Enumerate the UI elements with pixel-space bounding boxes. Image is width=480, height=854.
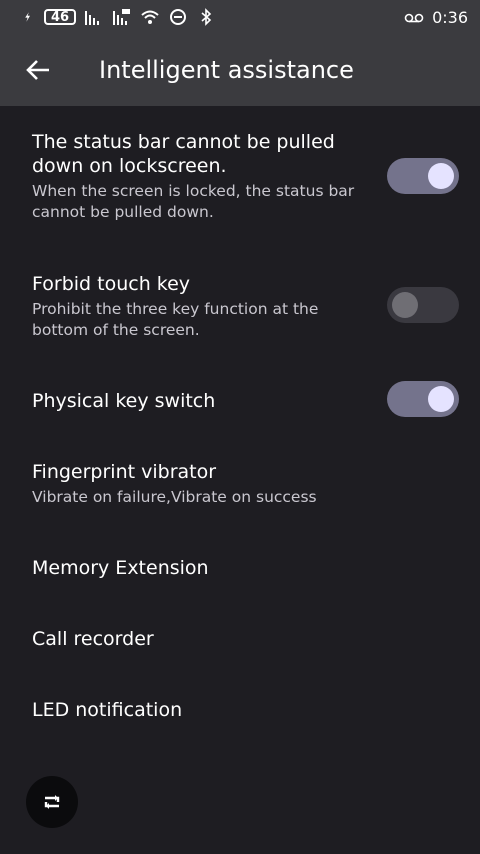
page-title: Intelligent assistance bbox=[99, 56, 354, 84]
battery-level: 46 bbox=[44, 9, 77, 25]
physical-key-switch-toggle[interactable] bbox=[387, 381, 459, 417]
charging-icon bbox=[25, 12, 30, 22]
setting-subtitle: Vibrate on failure,Vibrate on success bbox=[32, 488, 317, 506]
signal-icon bbox=[85, 11, 100, 25]
clock: 0:36 bbox=[432, 7, 468, 27]
status-icons-left: 46 bbox=[24, 8, 216, 26]
status-bar: 46 0:36 bbox=[0, 0, 480, 34]
setting-subtitle: Prohibit the three key function at the b… bbox=[32, 300, 319, 339]
hd-signal-icon bbox=[113, 9, 131, 25]
toggle-knob bbox=[392, 292, 418, 318]
setting-title: Forbid touch key bbox=[32, 273, 191, 295]
setting-physical-key-switch[interactable]: Physical key switch bbox=[32, 389, 448, 413]
wifi-icon bbox=[141, 10, 159, 24]
back-button[interactable] bbox=[22, 54, 54, 86]
setting-fingerprint-vibrator[interactable]: Fingerprint vibrator Vibrate on failure,… bbox=[32, 460, 448, 508]
setting-led-notification[interactable]: LED notification bbox=[32, 698, 448, 722]
forbid-touch-key-toggle[interactable] bbox=[387, 287, 459, 323]
screen-rotate-icon bbox=[44, 795, 60, 809]
do-not-disturb-icon bbox=[170, 9, 187, 25]
lockscreen-statusbar-toggle[interactable] bbox=[387, 158, 459, 194]
setting-subtitle: When the screen is locked, the status ba… bbox=[32, 182, 355, 221]
setting-forbid-touch-key[interactable]: Forbid touch key Prohibit the three key … bbox=[32, 272, 448, 341]
setting-title: LED notification bbox=[32, 699, 183, 721]
rotate-screen-button[interactable] bbox=[26, 776, 78, 828]
setting-call-recorder[interactable]: Call recorder bbox=[32, 627, 448, 651]
app-bar: Intelligent assistance bbox=[0, 34, 480, 106]
setting-title: Call recorder bbox=[32, 628, 154, 650]
setting-lockscreen-statusbar[interactable]: The status bar cannot be pulled down on … bbox=[32, 130, 448, 223]
bluetooth-icon bbox=[201, 8, 212, 26]
toggle-knob bbox=[428, 163, 454, 189]
setting-title: Physical key switch bbox=[32, 390, 216, 412]
setting-title: The status bar cannot be pulled down on … bbox=[32, 131, 335, 177]
voicemail-icon bbox=[404, 13, 424, 23]
status-icons-right: 0:36 bbox=[404, 8, 468, 27]
toggle-knob bbox=[428, 386, 454, 412]
arrow-left-icon bbox=[26, 60, 49, 80]
setting-memory-extension[interactable]: Memory Extension bbox=[32, 556, 448, 580]
setting-title: Fingerprint vibrator bbox=[32, 461, 217, 483]
setting-title: Memory Extension bbox=[32, 557, 209, 579]
